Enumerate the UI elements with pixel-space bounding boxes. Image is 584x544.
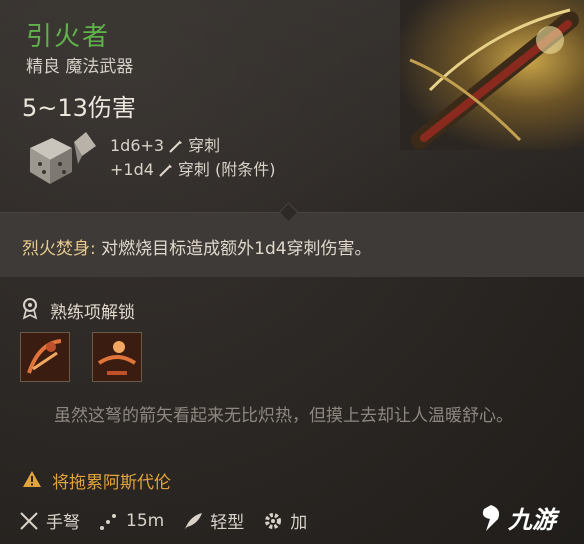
passive-name: 烈火焚身: — [22, 239, 96, 259]
warning-icon — [23, 471, 41, 487]
weapon-class-tag[interactable]: 手弩 — [18, 508, 80, 533]
item-rarity-type: 精良 魔法武器 — [26, 57, 134, 77]
piercing-icon — [169, 140, 183, 153]
warning-text: 将拖累阿斯代伦 — [52, 473, 171, 493]
damage-rolls: 1d6+3 穿刺 +1d4 穿刺 (附条件) — [110, 134, 276, 182]
watermark-logo-icon — [482, 504, 500, 531]
weapon-action-slot-1[interactable] — [20, 332, 70, 382]
flavor-text: 虽然这弩的箭矢看起来无比炽热，但摸上去却让人温暖舒心。 — [54, 406, 513, 426]
weapon-action-icon — [93, 333, 141, 381]
passive-description: 对燃烧目标造成额外1d4穿刺伤害。 — [95, 239, 372, 259]
weight-class-tag[interactable]: 轻型 — [182, 508, 244, 533]
dice-icon — [30, 132, 96, 184]
piercing-icon — [159, 164, 172, 177]
gear-icon — [265, 512, 282, 529]
weapon-image — [400, 0, 584, 150]
weight-class-label: 轻型 — [210, 513, 245, 533]
passive-ability[interactable]: 烈火焚身: 对燃烧目标造成额外1d4穿刺伤害。 — [22, 234, 372, 259]
item-name: 引火者 — [26, 22, 111, 52]
range-tag[interactable]: 15m — [98, 510, 164, 532]
weapon-class-label: 手弩 — [46, 513, 80, 533]
item-properties: 手弩 15m 轻型 加 — [18, 508, 325, 533]
roll-line: 1d6+3 穿刺 — [110, 134, 276, 158]
roll-damage-type: 穿刺 (附条件) — [177, 160, 276, 179]
proficiency-icon — [22, 298, 38, 320]
proficiency-title: 熟练项解锁 — [50, 303, 135, 323]
watermark: 九游 — [478, 500, 556, 535]
roll-damage-type: 穿刺 — [188, 136, 221, 155]
range-icon — [100, 513, 116, 530]
range-label: 15m — [126, 510, 165, 531]
roll-dice: 1d6+3 — [110, 136, 165, 155]
extra-label: 加 — [290, 513, 308, 533]
extra-tag[interactable]: 加 — [262, 508, 307, 533]
crossed-swords-icon — [20, 511, 38, 530]
roll-dice: +1d4 — [110, 160, 154, 179]
damage-range: 5~13伤害 — [22, 94, 136, 122]
feather-icon — [185, 512, 203, 529]
weapon-action-slot-2[interactable] — [92, 332, 142, 382]
weapon-action-icon — [21, 333, 69, 381]
watermark-text: 九游 — [508, 506, 556, 534]
roll-line: +1d4 穿刺 (附条件) — [110, 158, 276, 182]
